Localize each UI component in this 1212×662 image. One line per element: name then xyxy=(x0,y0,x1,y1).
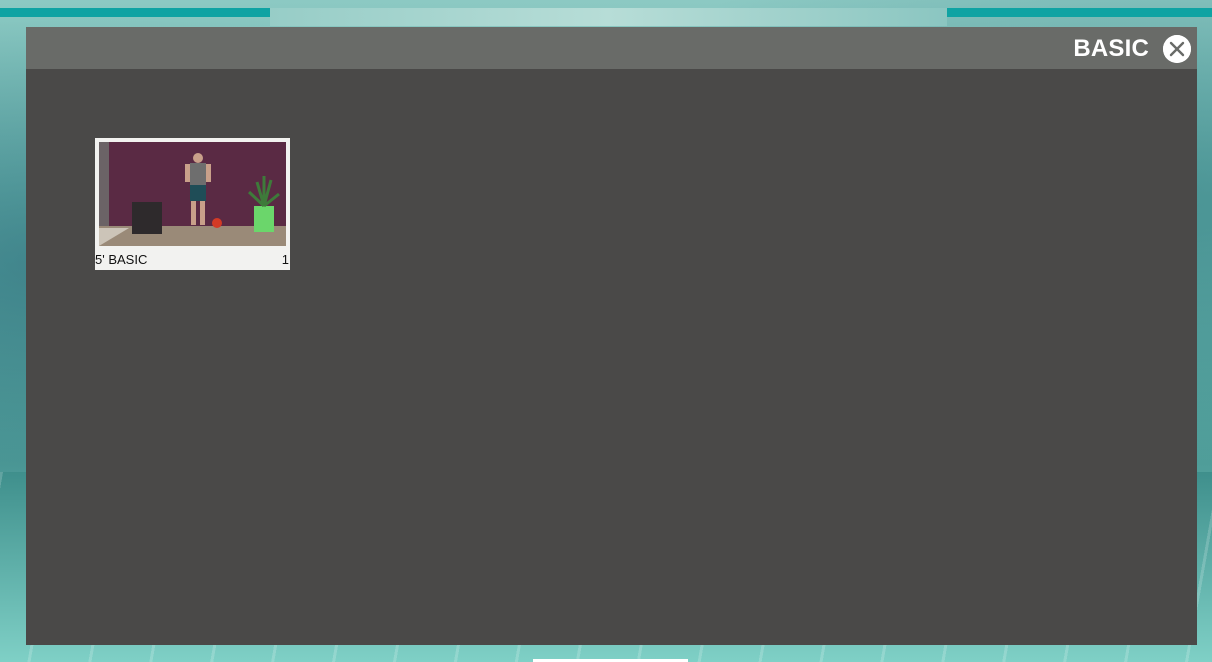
category-modal: BASIC 5' BASIC 1 xyxy=(26,27,1197,645)
modal-header: BASIC xyxy=(26,27,1197,69)
close-circle-icon xyxy=(1163,35,1191,63)
top-strip xyxy=(270,8,947,26)
modal-title: BASIC xyxy=(1073,35,1149,62)
close-button[interactable] xyxy=(1163,35,1191,63)
video-count: 1 xyxy=(281,252,289,267)
video-tile[interactable]: 5' BASIC 1 xyxy=(95,138,290,270)
trainer-standing-thumbnail xyxy=(99,142,286,246)
top-accent-bar-right xyxy=(947,8,1212,17)
video-thumbnail xyxy=(99,142,286,246)
video-title: 5' BASIC xyxy=(95,252,148,267)
top-accent-bar-left xyxy=(0,8,270,17)
